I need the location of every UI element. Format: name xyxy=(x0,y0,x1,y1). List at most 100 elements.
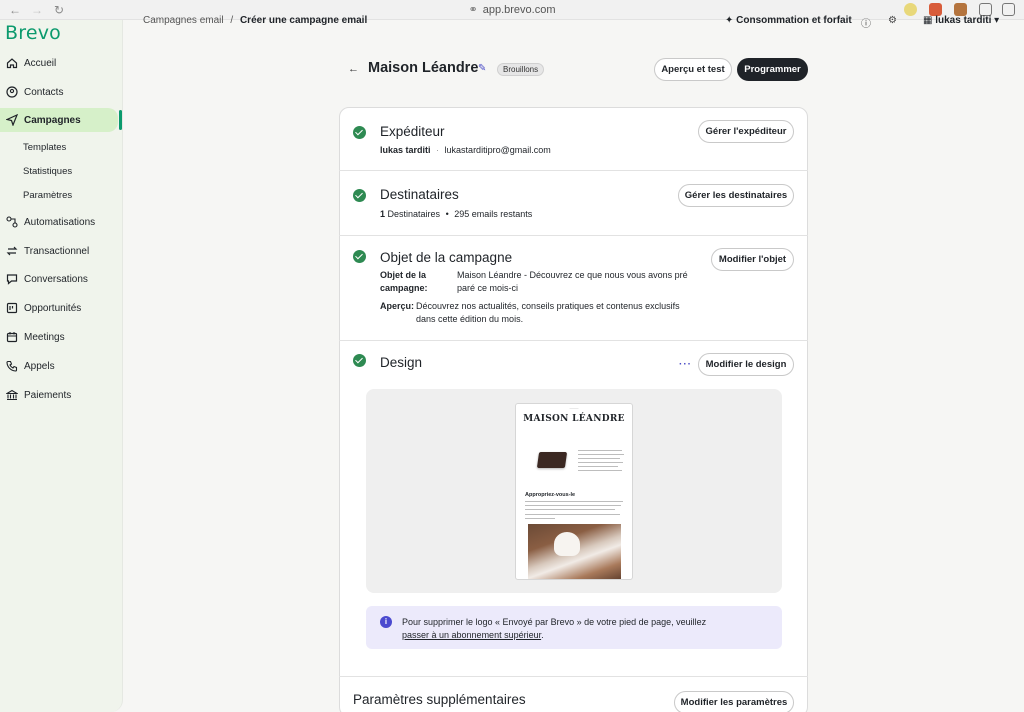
sidebar-subitem-statistiques[interactable]: Statistiques xyxy=(23,166,72,177)
user-menu[interactable]: ▦ lukas tarditi ▾ xyxy=(923,15,999,26)
preview-text-value: Découvrez nos actualités, conseils prati… xyxy=(416,300,680,326)
active-indicator xyxy=(119,110,122,130)
schedule-button[interactable]: Programmer xyxy=(737,58,808,81)
manage-sender-button[interactable]: Gérer l'expéditeur xyxy=(698,120,794,143)
notice-line1: Pour supprimer le logo « Envoyé par Brev… xyxy=(402,617,707,627)
chef-figure xyxy=(554,532,580,556)
edit-settings-button[interactable]: Modifier les paramètres xyxy=(674,691,794,712)
check-circle-icon xyxy=(353,189,366,202)
extra-settings-title: Paramètres supplémentaires xyxy=(353,692,526,707)
sidebar-item-label: Automatisations xyxy=(24,216,96,228)
subject-value: Maison Léandre - Découvrez ce que nous v… xyxy=(457,269,688,295)
email-thumbnail[interactable]: ——— MAISON LÉANDRE Appropriez-vous-le xyxy=(515,403,633,580)
divider xyxy=(339,676,808,677)
recipients-bullet: • xyxy=(445,209,449,219)
sidebar-item-paiements[interactable]: Paiements xyxy=(5,384,115,406)
sidebar-item-meetings[interactable]: Meetings xyxy=(5,326,115,348)
sender-details: lukas tarditi · lukastarditipro@gmail.co… xyxy=(380,144,551,157)
text-line xyxy=(525,518,555,519)
sidebar-item-opportunites[interactable]: Opportunités xyxy=(5,297,115,319)
recipients-title: Destinataires xyxy=(380,187,459,202)
subject-label: Objet de la campagne: xyxy=(380,269,450,295)
sidebar-item-label: Appels xyxy=(24,360,55,372)
notice-end: . xyxy=(541,630,544,640)
subject-label-line1: Objet de la xyxy=(380,270,427,280)
app-header: Campagnes email / Créer une campagne ema… xyxy=(123,12,1024,30)
manage-recipients-button[interactable]: Gérer les destinataires xyxy=(678,184,794,207)
pipeline-icon xyxy=(5,302,18,315)
consumption-label: Consommation et forfait xyxy=(736,15,852,26)
campaign-title: Maison Léandre xyxy=(368,60,479,76)
text-line xyxy=(525,505,621,506)
phone-icon xyxy=(5,360,18,373)
brevo-logo[interactable]: Brevo xyxy=(5,22,61,44)
subject-value-line2: paré ce mois-ci xyxy=(457,283,519,293)
sparkle-icon: ✦ xyxy=(725,15,737,26)
recipients-details: 1 Destinataires • 295 emails restants xyxy=(380,208,532,221)
text-line xyxy=(578,458,620,459)
sidebar-item-label: Contacts xyxy=(24,86,64,98)
preview-value-line1: Découvrez nos actualités, conseils prati… xyxy=(416,301,680,311)
info-icon: i xyxy=(380,616,392,628)
text-line xyxy=(578,470,622,471)
sidebar-subitem-parametres[interactable]: Paramètres xyxy=(23,190,72,201)
sidebar-item-conversations[interactable]: Conversations xyxy=(5,268,115,290)
sidebar-item-appels[interactable]: Appels xyxy=(5,355,115,377)
consumption-link[interactable]: ✦ Consommation et forfait xyxy=(725,15,852,26)
sidebar-item-label: Paiements xyxy=(24,389,72,401)
edit-design-button[interactable]: Modifier le design xyxy=(698,353,794,376)
divider xyxy=(339,340,808,341)
text-line xyxy=(525,501,623,502)
check-circle-icon xyxy=(353,250,366,263)
preview-text-label: Aperçu: xyxy=(380,301,415,311)
text-line xyxy=(578,450,622,451)
calendar-icon xyxy=(5,331,18,344)
back-arrow-icon[interactable]: ← xyxy=(348,63,359,75)
sender-title: Expéditeur xyxy=(380,124,445,139)
recipients-count-label: Destinataires xyxy=(387,209,441,219)
contact-icon xyxy=(5,86,18,99)
email-heading: Appropriez-vous-le xyxy=(525,492,576,498)
settings-icon[interactable]: ⚙ xyxy=(888,15,897,26)
sidebar-item-label: Transactionnel xyxy=(24,245,90,257)
more-options-icon[interactable]: ··· xyxy=(679,359,692,370)
sidebar-item-campagnes[interactable]: Campagnes xyxy=(0,108,118,132)
preview-value-line2: dans cette édition du mois. xyxy=(416,314,524,324)
swap-icon xyxy=(5,245,18,258)
sidebar-item-label: Conversations xyxy=(24,273,88,285)
text-line xyxy=(525,514,620,515)
home-icon xyxy=(5,57,18,70)
preview-test-button[interactable]: Aperçu et test xyxy=(654,58,732,81)
check-circle-icon xyxy=(353,126,366,139)
sidebar-item-label: Accueil xyxy=(24,57,57,69)
sidebar-item-accueil[interactable]: Accueil xyxy=(5,52,115,74)
email-header-strip: ——— xyxy=(569,406,579,410)
recipients-count: 1 xyxy=(380,209,386,219)
automation-icon xyxy=(5,216,18,229)
chocolate-image xyxy=(536,452,568,468)
edit-subject-button[interactable]: Modifier l'objet xyxy=(711,248,794,271)
text-line xyxy=(578,454,624,455)
breadcrumb-separator: / xyxy=(230,15,234,26)
sidebar-item-transactionnel[interactable]: Transactionnel xyxy=(5,240,115,262)
sidebar-subitem-templates[interactable]: Templates xyxy=(23,142,66,153)
send-icon xyxy=(5,114,18,127)
status-badge: Brouillons xyxy=(497,63,545,76)
sidebar-item-contacts[interactable]: Contacts xyxy=(5,81,115,103)
upgrade-notice: i Pour supprimer le logo « Envoyé par Br… xyxy=(366,606,782,649)
subject-value-line1: Maison Léandre - Découvrez ce que nous v… xyxy=(457,270,688,280)
upgrade-link[interactable]: passer à un abonnement supérieur xyxy=(402,630,541,640)
user-name: lukas tarditi xyxy=(935,15,992,26)
check-circle-icon xyxy=(353,354,366,367)
breadcrumb: Campagnes email / Créer une campagne ema… xyxy=(143,15,367,26)
sidebar-item-label: Campagnes xyxy=(24,114,81,126)
divider xyxy=(339,235,808,236)
breadcrumb-parent[interactable]: Campagnes email xyxy=(143,15,224,26)
help-icon[interactable]: ⓘ xyxy=(861,15,871,30)
sidebar-item-automatisations[interactable]: Automatisations xyxy=(5,211,115,233)
design-title: Design xyxy=(380,355,423,370)
breadcrumb-current: Créer une campagne email xyxy=(239,15,368,26)
sender-separator: · xyxy=(436,145,440,155)
edit-pencil-icon[interactable]: ✎ xyxy=(478,63,486,74)
sender-name: lukas tarditi xyxy=(380,145,431,155)
